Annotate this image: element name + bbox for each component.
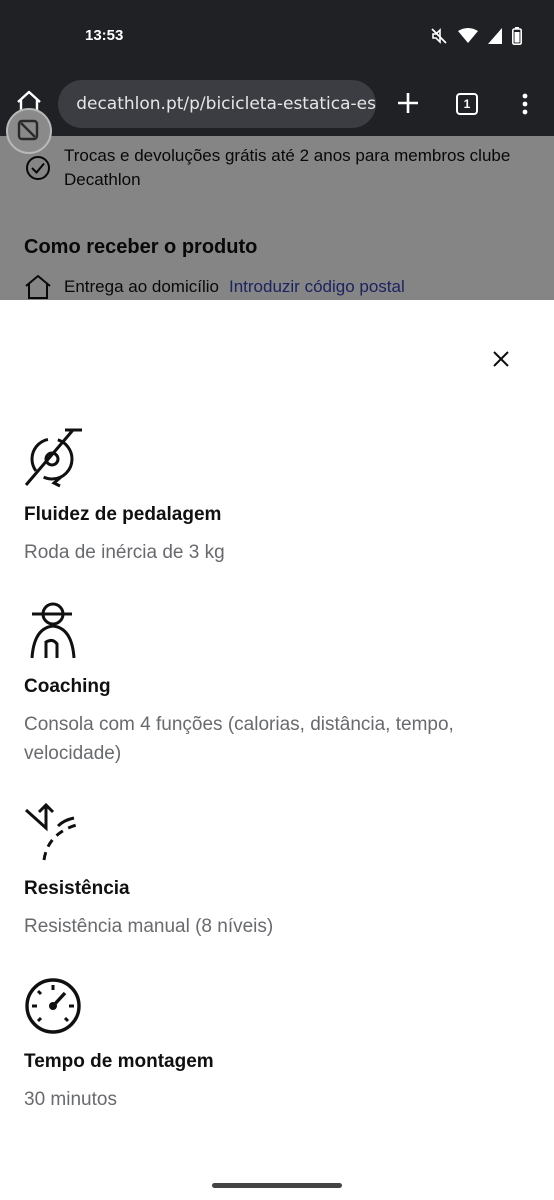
feature-item: Resistência Resistência manual (8 níveis… <box>24 802 534 941</box>
mute-icon <box>431 28 447 44</box>
battery-icon <box>512 27 522 45</box>
gesture-navigation-bar[interactable] <box>212 1183 342 1188</box>
status-bar: 13:53 <box>0 0 554 72</box>
signal-icon <box>488 28 502 44</box>
flywheel-icon <box>24 428 82 488</box>
new-tab-icon[interactable] <box>395 90 421 116</box>
feature-title: Resistência <box>24 878 130 899</box>
feature-description: Consola com 4 funções (calorias, distânc… <box>24 714 454 764</box>
resistance-icon <box>24 802 81 861</box>
coach-icon <box>30 602 76 659</box>
feature-item: Tempo de montagem 30 minutos <box>24 975 534 1114</box>
status-time: 13:53 <box>85 27 124 44</box>
status-icons <box>430 24 522 48</box>
feature-description: 30 minutos <box>24 1089 117 1110</box>
feature-item: Fluidez de pedalagem Roda de inércia de … <box>24 428 534 567</box>
tab-switcher-button[interactable]: 1 <box>456 93 478 115</box>
stopwatch-icon <box>25 978 81 1034</box>
feature-description: Resistência manual (8 níveis) <box>24 916 274 937</box>
features-bottom-sheet: Fluidez de pedalagem Roda de inércia de … <box>0 300 554 1200</box>
feature-title: Fluidez de pedalagem <box>24 504 222 525</box>
feature-description: Roda de inércia de 3 kg <box>24 542 225 563</box>
floating-app-icon[interactable] <box>6 108 52 154</box>
close-icon[interactable] <box>486 344 516 374</box>
more-menu-icon[interactable] <box>518 92 532 116</box>
address-bar[interactable]: decathlon.pt/p/bicicleta-estatica-es <box>58 80 376 128</box>
dock-icon <box>17 119 39 141</box>
feature-title: Tempo de montagem <box>24 1051 214 1072</box>
wifi-icon <box>458 28 478 43</box>
feature-title: Coaching <box>24 676 111 697</box>
browser-toolbar: decathlon.pt/p/bicicleta-estatica-es 1 <box>0 72 554 136</box>
feature-item: Coaching Consola com 4 funções (calorias… <box>24 600 534 768</box>
modal-scrim[interactable] <box>0 136 554 300</box>
url-text: decathlon.pt/p/bicicleta-estatica-es <box>76 94 376 114</box>
